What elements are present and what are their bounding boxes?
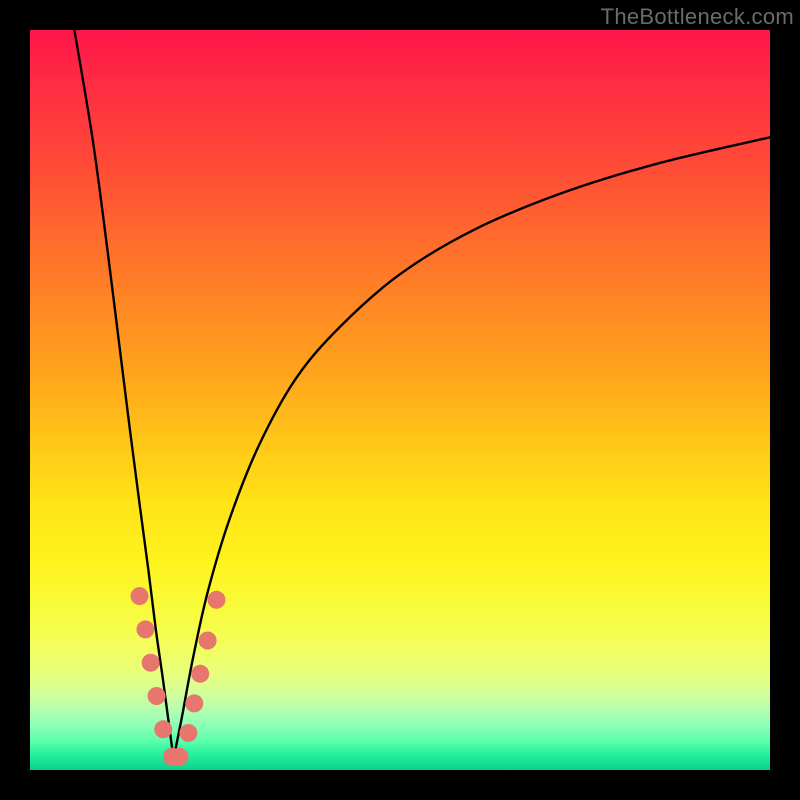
marker-dot	[191, 665, 209, 683]
chart-svg	[30, 30, 770, 770]
marker-dot	[207, 591, 225, 609]
marker-dot	[179, 724, 197, 742]
marker-dot	[154, 720, 172, 738]
marker-dot	[185, 694, 203, 712]
curve-right-branch	[174, 137, 770, 759]
marker-dot	[131, 587, 149, 605]
chart-frame: TheBottleneck.com	[0, 0, 800, 800]
marker-dot	[199, 632, 217, 650]
curve-left-branch	[74, 30, 173, 759]
marker-dot	[136, 620, 154, 638]
marker-dot	[142, 654, 160, 672]
plot-area	[30, 30, 770, 770]
watermark-text: TheBottleneck.com	[601, 4, 794, 30]
marker-dot	[170, 748, 188, 766]
marker-dot	[148, 687, 166, 705]
